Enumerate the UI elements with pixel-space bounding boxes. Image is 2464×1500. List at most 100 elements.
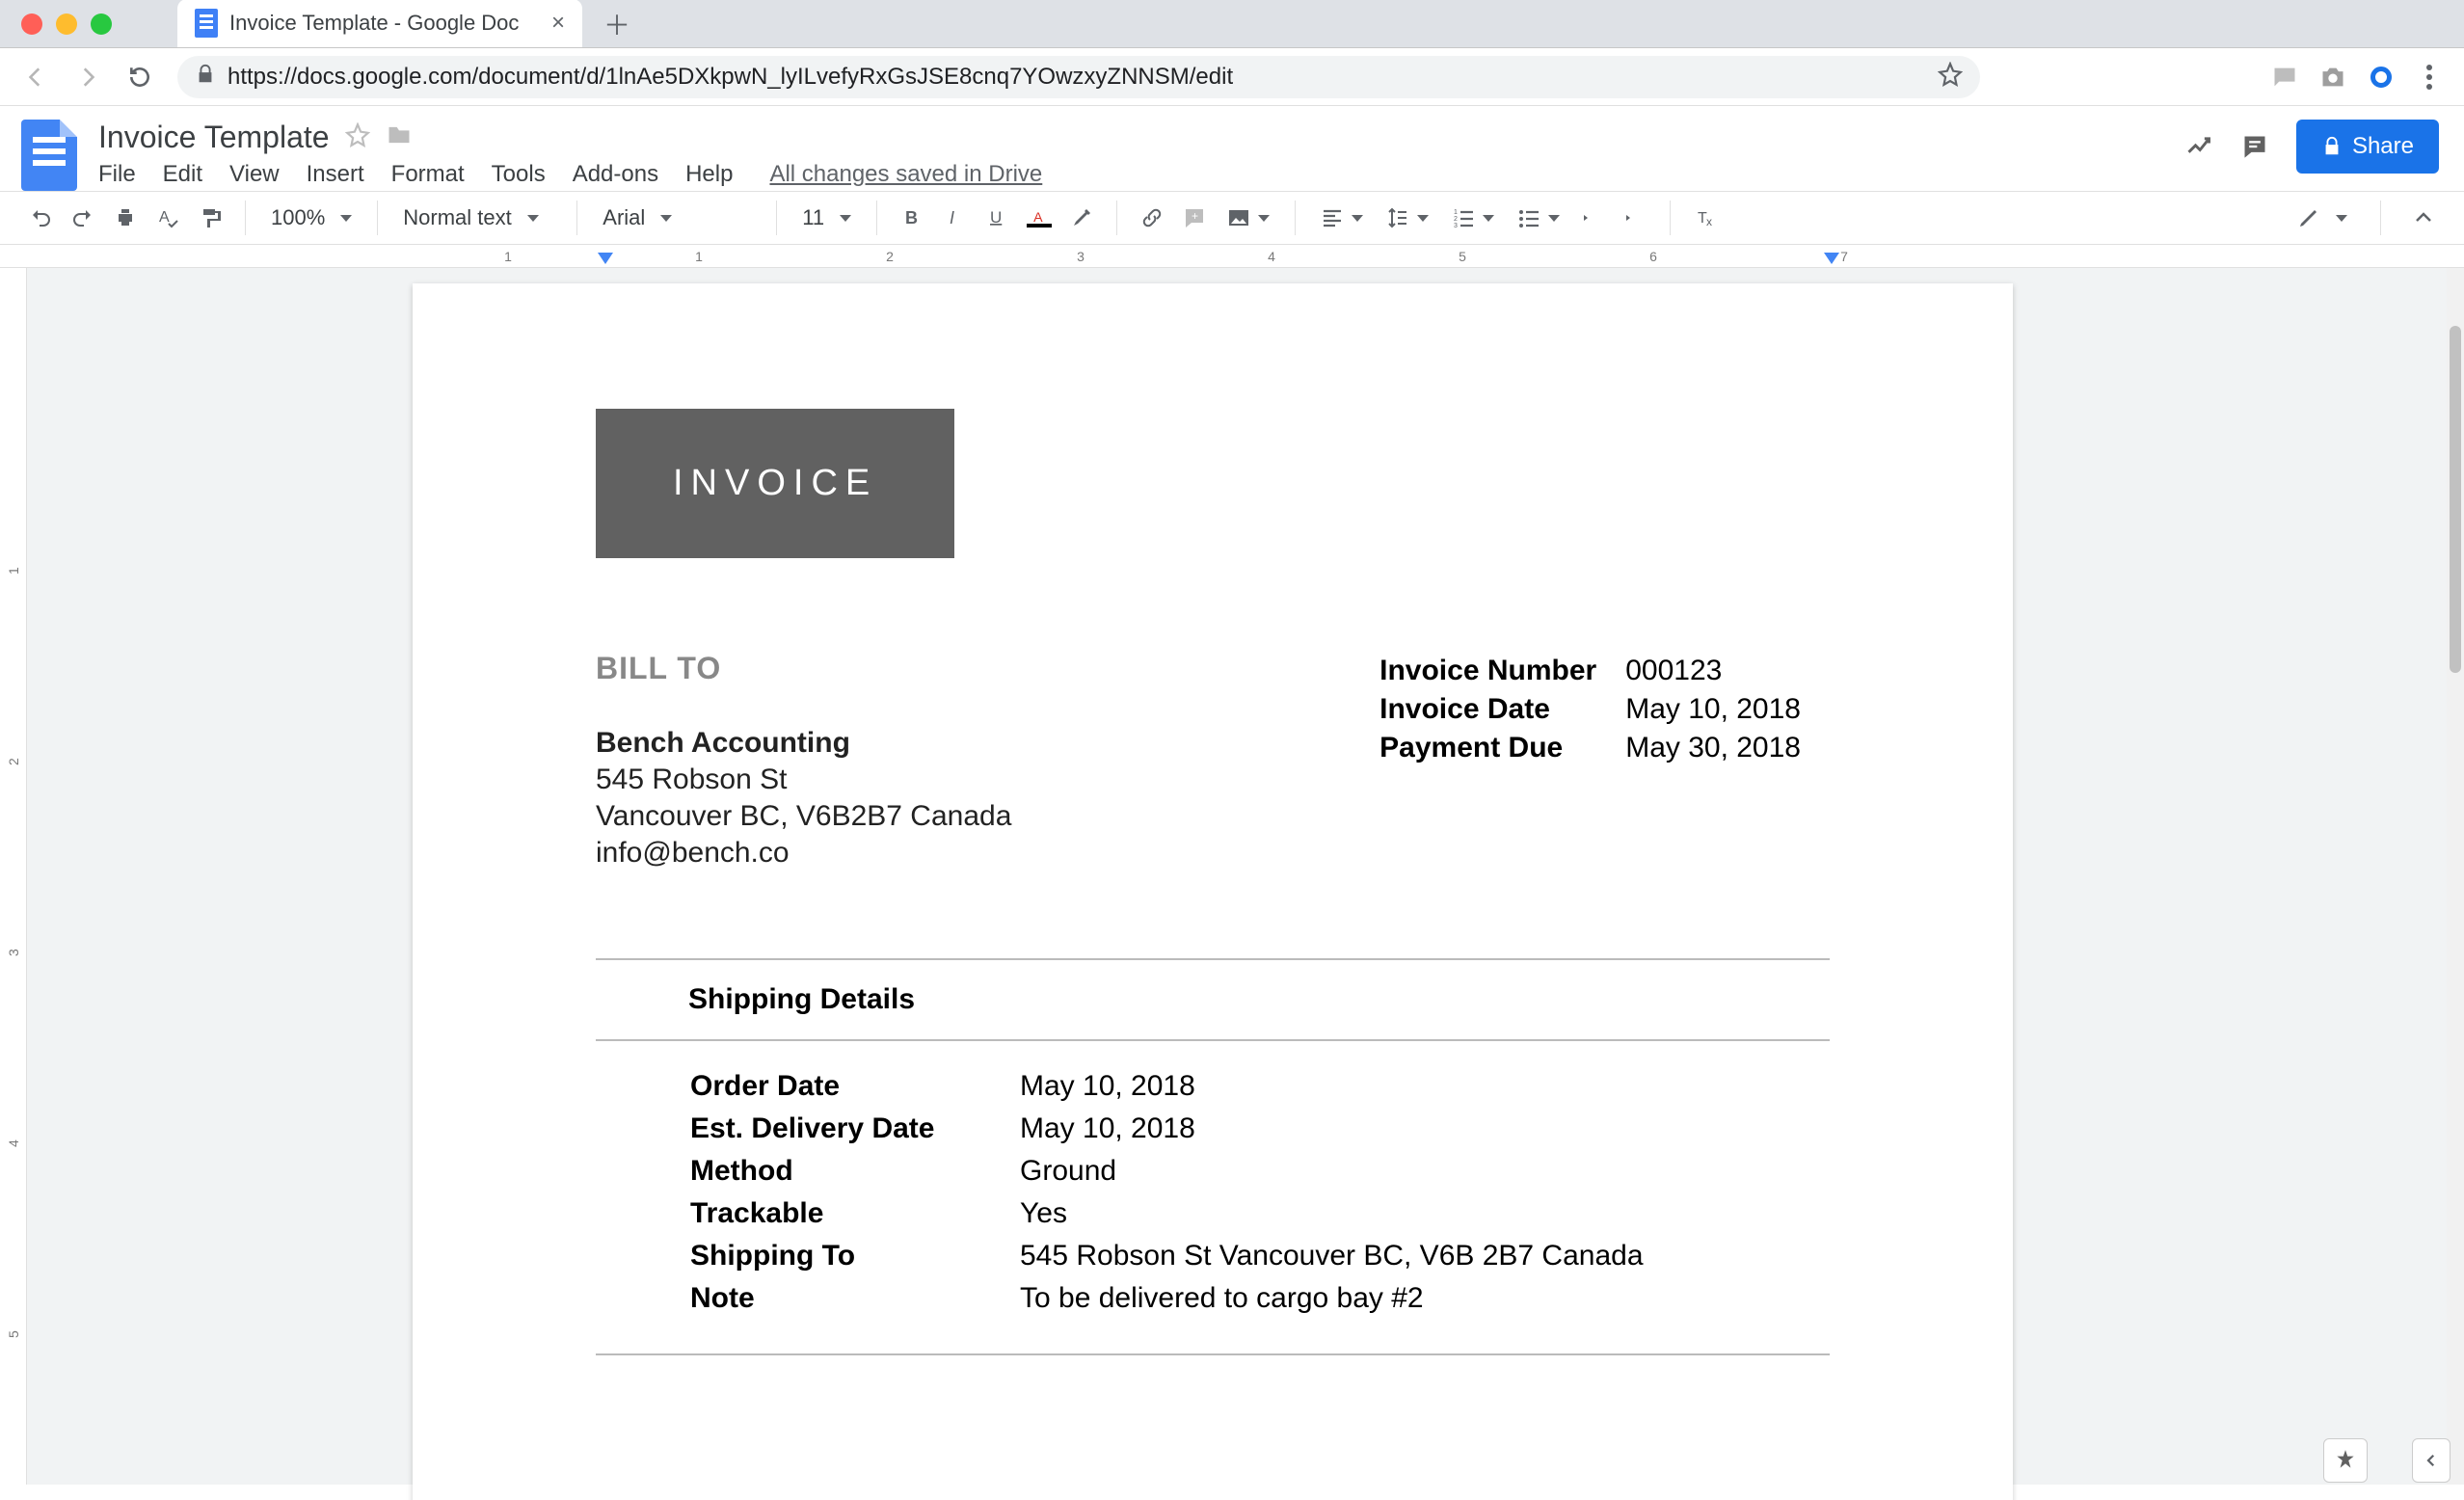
italic-icon[interactable]: I [937, 201, 972, 235]
caret-down-icon [840, 215, 851, 222]
back-button[interactable] [21, 63, 50, 92]
browser-menu-icon[interactable] [2416, 64, 2443, 91]
comments-icon[interactable] [2240, 132, 2269, 161]
share-label: Share [2352, 133, 2414, 160]
docs-logo-icon[interactable] [21, 120, 77, 191]
caret-down-icon [1548, 215, 1560, 222]
extension-chat-icon[interactable] [2271, 64, 2298, 91]
clear-formatting-icon[interactable]: Tx [1688, 201, 1723, 235]
save-status[interactable]: All changes saved in Drive [769, 161, 1042, 188]
bill-to-label: BILL TO [596, 651, 1011, 686]
bookmark-star-icon[interactable] [1938, 62, 1963, 92]
text-color-icon[interactable]: A [1022, 201, 1057, 235]
spellcheck-icon[interactable]: A [150, 201, 185, 235]
paragraph-style-select[interactable]: Normal text [395, 205, 559, 230]
print-icon[interactable] [108, 201, 143, 235]
window-close-icon[interactable] [21, 13, 42, 35]
editing-mode-icon[interactable] [2290, 206, 2355, 229]
formatting-toolbar: A 100% Normal text Arial 11 B I U A + 12… [0, 191, 2464, 245]
caret-down-icon [1352, 215, 1363, 222]
document-title[interactable]: Invoice Template [98, 120, 330, 155]
vertical-ruler[interactable]: 1 2 3 4 5 [0, 268, 27, 1485]
undo-icon[interactable] [23, 201, 58, 235]
caret-down-icon [660, 215, 672, 222]
bold-icon[interactable]: B [895, 201, 929, 235]
explore-button[interactable] [2323, 1438, 2368, 1483]
font-select[interactable]: Arial [595, 205, 759, 230]
address-bar[interactable]: https://docs.google.com/document/d/1lnAe… [177, 56, 1980, 98]
caret-down-icon [1483, 215, 1494, 222]
highlight-color-icon[interactable] [1064, 201, 1099, 235]
insert-comment-icon[interactable]: + [1177, 201, 1212, 235]
caret-down-icon [527, 215, 539, 222]
caret-down-icon [1258, 215, 1270, 222]
svg-text:I: I [950, 208, 954, 228]
shipping-section: Shipping Details Order DateMay 10, 2018 … [596, 958, 1830, 1355]
extension-camera-icon[interactable] [2319, 64, 2346, 91]
bill-addr1: 545 Robson St [596, 763, 1011, 796]
horizontal-ruler[interactable]: 1 1 2 3 4 5 6 7 [0, 245, 2464, 268]
svg-text:3: 3 [1454, 223, 1458, 229]
svg-text:B: B [905, 208, 918, 228]
outdent-icon[interactable] [1575, 201, 1610, 235]
bill-addr2: Vancouver BC, V6B2B7 Canada [596, 800, 1011, 833]
svg-text:1: 1 [1454, 209, 1458, 216]
svg-text:+: + [1192, 209, 1198, 223]
caret-down-icon [2336, 215, 2347, 222]
document-canvas: 1 1 2 3 4 5 6 7 1 2 3 4 5 INVOICE BILL T… [0, 245, 2464, 1485]
align-icon[interactable] [1313, 206, 1371, 229]
side-panel-toggle[interactable] [2412, 1438, 2451, 1483]
new-tab-button[interactable]: ＋ [598, 5, 636, 43]
bill-company: Bench Accounting [596, 727, 1011, 760]
menu-format[interactable]: Format [391, 161, 465, 188]
left-indent-marker-icon[interactable] [598, 253, 613, 264]
activity-icon[interactable] [2184, 132, 2213, 161]
extension-circle-icon[interactable] [2368, 64, 2395, 91]
star-document-icon[interactable] [345, 122, 370, 152]
insert-link-icon[interactable] [1135, 201, 1169, 235]
underline-icon[interactable]: U [979, 201, 1014, 235]
collapse-toolbar-icon[interactable] [2406, 201, 2441, 235]
bulleted-list-icon[interactable] [1510, 206, 1567, 229]
zoom-select[interactable]: 100% [263, 205, 360, 230]
browser-tab[interactable]: Invoice Template - Google Doc × [177, 0, 582, 47]
window-controls [0, 0, 129, 48]
invoice-badge: INVOICE [596, 409, 954, 558]
browser-toolbar: https://docs.google.com/document/d/1lnAe… [0, 48, 2464, 106]
docs-header: Invoice Template File Edit View Insert F… [0, 106, 2464, 191]
menu-file[interactable]: File [98, 161, 136, 188]
font-size-select[interactable]: 11 [794, 205, 859, 230]
caret-down-icon [1417, 215, 1429, 222]
vertical-scrollbar[interactable] [2447, 268, 2464, 1485]
forward-button[interactable] [73, 63, 102, 92]
right-indent-marker-icon[interactable] [1824, 253, 1839, 264]
paint-format-icon[interactable] [193, 201, 228, 235]
menu-tools[interactable]: Tools [492, 161, 546, 188]
indent-icon[interactable] [1618, 201, 1652, 235]
menu-addons[interactable]: Add-ons [573, 161, 658, 188]
move-folder-icon[interactable] [386, 121, 413, 153]
tab-close-icon[interactable]: × [551, 10, 565, 37]
svg-text:2: 2 [1454, 216, 1458, 223]
menu-edit[interactable]: Edit [163, 161, 202, 188]
menu-help[interactable]: Help [685, 161, 733, 188]
menu-insert[interactable]: Insert [307, 161, 364, 188]
document-page[interactable]: INVOICE BILL TO Bench Accounting 545 Rob… [413, 283, 2013, 1500]
reload-button[interactable] [125, 63, 154, 92]
browser-tab-strip: Invoice Template - Google Doc × ＋ [0, 0, 2464, 48]
shipping-title: Shipping Details [596, 960, 1830, 1039]
menu-view[interactable]: View [229, 161, 280, 188]
numbered-list-icon[interactable]: 123 [1444, 206, 1502, 229]
scrollbar-thumb[interactable] [2450, 326, 2461, 673]
menu-bar: File Edit View Insert Format Tools Add-o… [98, 161, 1042, 188]
insert-image-icon[interactable] [1219, 206, 1277, 229]
docs-favicon-icon [195, 9, 218, 38]
line-spacing-icon[interactable] [1379, 206, 1436, 229]
redo-icon[interactable] [66, 201, 100, 235]
bill-email: info@bench.co [596, 837, 1011, 870]
window-maximize-icon[interactable] [91, 13, 112, 35]
share-button[interactable]: Share [2296, 120, 2439, 174]
caret-down-icon [340, 215, 352, 222]
window-minimize-icon[interactable] [56, 13, 77, 35]
bill-to-block: BILL TO Bench Accounting 545 Robson St V… [596, 651, 1011, 870]
